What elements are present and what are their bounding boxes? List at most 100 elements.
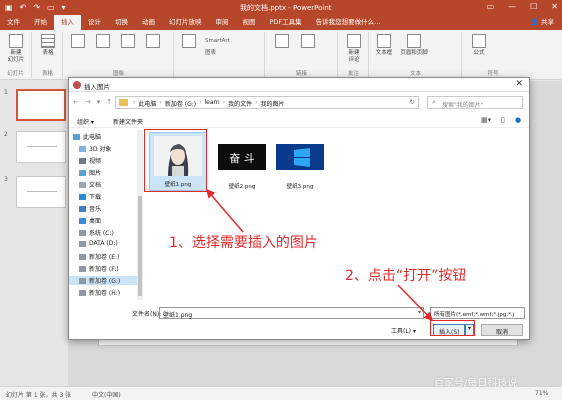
header-footer-button[interactable]: 页眉和页脚: [398, 34, 430, 57]
up-icon[interactable]: ↑: [106, 98, 112, 106]
nav-item-downloads[interactable]: 下载: [79, 192, 101, 201]
tab-slideshow[interactable]: 幻灯片放映: [162, 15, 209, 30]
breadcrumb-item[interactable]: 我的图片: [261, 99, 285, 108]
organize-button[interactable]: 组织 ▾: [77, 117, 94, 126]
textbox-button[interactable]: 文本框: [372, 34, 396, 57]
tab-view[interactable]: 视图: [236, 15, 263, 30]
new-slide-button[interactable]: 新建 幻灯片: [4, 34, 28, 64]
formula-button[interactable]: 公式: [467, 34, 491, 57]
nav-item-drive-g[interactable]: 新加卷 (G:): [69, 276, 137, 285]
nav-scrollbar[interactable]: [137, 130, 143, 300]
nav-label: 视频: [89, 158, 102, 165]
nav-item-drive-d[interactable]: DATA (D:): [79, 240, 118, 247]
file-thumbnail: 奋 斗: [218, 144, 266, 170]
save-icon[interactable]: ▣: [5, 3, 13, 12]
tab-transitions[interactable]: 切换: [108, 15, 135, 30]
undo-icon[interactable]: ↶: [20, 3, 27, 12]
nav-item-music[interactable]: 音乐: [79, 204, 101, 213]
help-icon[interactable]: ●: [515, 116, 521, 124]
address-row: ← → ▾ ↑ › 此电脑 › 新加卷 (G:) › learn › 我的文件 …: [69, 94, 529, 112]
customize-qa-icon[interactable]: ▾: [62, 3, 66, 12]
cancel-button[interactable]: 取消: [481, 324, 523, 336]
new-folder-button[interactable]: 新建文件夹: [113, 117, 143, 126]
zoom-level[interactable]: 71%: [535, 390, 548, 397]
chart-button[interactable]: 图表: [205, 48, 216, 56]
tab-animations[interactable]: 动画: [135, 15, 162, 30]
close-icon[interactable]: ✕: [515, 79, 523, 89]
nav-item-this-pc[interactable]: 此电脑: [73, 132, 101, 141]
nav-item-drive-e[interactable]: 新加卷 (E:): [79, 252, 119, 261]
dialog-title: 插入图片: [84, 83, 110, 91]
scrollbar-thumb[interactable]: [138, 196, 142, 296]
nav-item-desktop[interactable]: 桌面: [79, 216, 101, 225]
insert-picture-dialog: 插入图片 ✕ ← → ▾ ↑ › 此电脑 › 新加卷 (G:) › learn …: [68, 77, 530, 340]
nav-label: 桌面: [89, 218, 102, 225]
nav-item-drive-h[interactable]: 新加卷 (H:): [79, 288, 120, 297]
shapes-button[interactable]: [177, 34, 201, 50]
forward-icon[interactable]: →: [85, 98, 91, 106]
drive-icon: [79, 289, 86, 296]
slide-thumbnail[interactable]: [16, 89, 66, 121]
formula-label: 公式: [473, 50, 485, 56]
tab-pdf-tools[interactable]: PDF工具集: [263, 15, 309, 30]
ribbon-display-icon[interactable]: ▭: [487, 2, 495, 11]
nav-label: 新加卷 (E:): [89, 254, 120, 261]
view-options-icon[interactable]: ▦▾: [481, 116, 491, 124]
dialog-title-bar: 插入图片 ✕: [69, 78, 529, 92]
tab-review[interactable]: 审阅: [209, 15, 236, 30]
minimize-icon[interactable]: —: [508, 2, 516, 11]
pictures-button[interactable]: [66, 34, 90, 50]
nav-item-documents[interactable]: 文档: [79, 180, 101, 189]
slide-thumbnail[interactable]: [16, 131, 66, 163]
redo-icon[interactable]: ↷: [33, 3, 40, 12]
close-icon[interactable]: ✕: [551, 2, 558, 11]
back-icon[interactable]: ←: [73, 98, 79, 106]
breadcrumb-item[interactable]: learn: [205, 99, 220, 108]
action-button[interactable]: [296, 34, 320, 50]
preview-pane-icon[interactable]: ▯: [501, 116, 505, 124]
breadcrumb-item[interactable]: 我的文件: [228, 99, 252, 108]
new-slide-icon: [9, 34, 23, 48]
nav-item-drive-f[interactable]: 新加卷 (F:): [79, 264, 119, 273]
nav-label: 新加卷 (G:): [89, 278, 121, 285]
slide-thumbnail[interactable]: [16, 176, 66, 208]
share-button[interactable]: 👤 共享: [531, 15, 554, 30]
file-item[interactable]: 奋 斗 壁纸2.png: [213, 138, 271, 190]
tab-insert[interactable]: 插入: [54, 15, 81, 30]
search-input[interactable]: ⌕ 搜索"我的图片": [427, 96, 523, 109]
file-type-select[interactable]: 所有图片(*.emf;*.wmf;*.jpg;*.j: [430, 307, 525, 319]
nav-item-drive-c[interactable]: 系统 (C:): [79, 228, 114, 237]
refresh-icon[interactable]: ↻: [410, 98, 415, 106]
nav-item-videos[interactable]: 视频: [79, 156, 101, 165]
breadcrumb-item[interactable]: 此电脑: [138, 99, 156, 108]
tools-button[interactable]: 工具(L) ▾: [391, 326, 416, 335]
slides-group-label: 幻灯片: [7, 71, 24, 77]
window-controls: ▭ — ☐ ✕: [487, 2, 558, 11]
address-bar[interactable]: › 此电脑 › 新加卷 (G:) › learn › 我的文件 › 我的图片 ↻: [115, 96, 419, 109]
recent-dropdown-icon[interactable]: ▾: [97, 98, 101, 106]
breadcrumb-item[interactable]: 新加卷 (G:): [165, 99, 196, 108]
share-label: 共享: [541, 18, 554, 26]
new-comment-button[interactable]: 新建 评论: [342, 34, 366, 64]
annotation-step-1: 1、选择需要插入的图片: [169, 235, 318, 251]
tab-design[interactable]: 设计: [81, 15, 108, 30]
hyperlink-button[interactable]: [270, 34, 294, 50]
nav-item-3d-objects[interactable]: 3D 对象: [79, 144, 111, 153]
smartart-button[interactable]: SmartArt: [205, 38, 230, 44]
maximize-icon[interactable]: ☐: [530, 2, 537, 11]
album-button[interactable]: [141, 34, 165, 50]
table-button[interactable]: 表格: [36, 34, 60, 57]
online-pictures-button[interactable]: [91, 34, 115, 50]
tab-home[interactable]: 开始: [27, 15, 54, 30]
tab-file[interactable]: 文件: [0, 15, 27, 30]
chevron-down-icon[interactable]: ▾: [418, 309, 421, 316]
screenshot-button[interactable]: [116, 34, 140, 50]
nav-label: 文档: [89, 182, 102, 189]
highlight-box: [430, 320, 475, 336]
file-item[interactable]: 壁纸3.png: [271, 138, 329, 190]
header-footer-icon: [407, 34, 421, 48]
nav-item-pictures[interactable]: 图片: [79, 168, 101, 177]
tell-me-search[interactable]: 告诉我您想要做什么...: [309, 15, 388, 30]
filename-input[interactable]: 壁纸1.png ▾: [159, 307, 424, 319]
present-icon[interactable]: ▭: [47, 3, 55, 12]
